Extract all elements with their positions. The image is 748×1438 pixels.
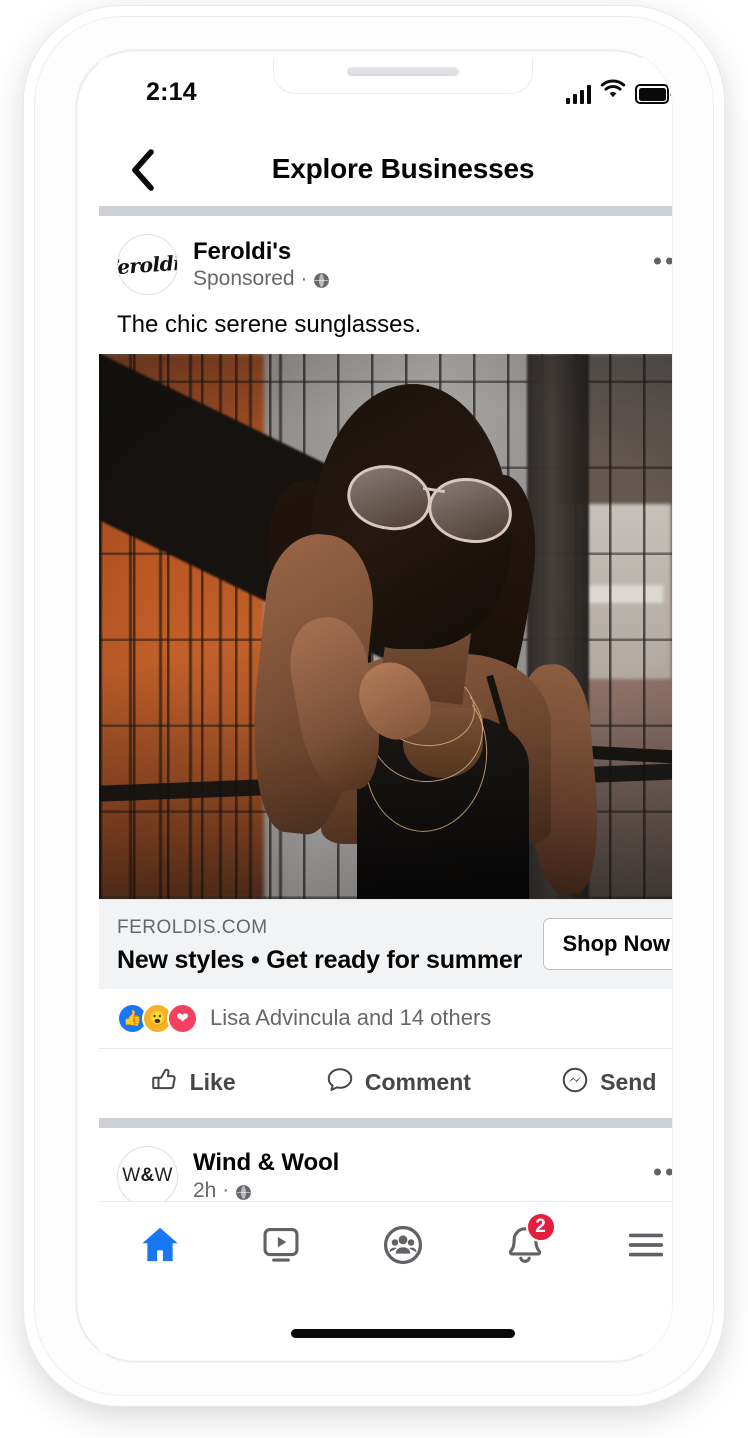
reactions-summary[interactable]: Lisa Advincula and 14 others	[210, 1005, 491, 1031]
ellipsis-icon[interactable]	[654, 257, 672, 264]
ellipsis-icon[interactable]	[654, 1168, 672, 1176]
nav-menu[interactable]	[607, 1216, 672, 1278]
avatar-label: W&W	[122, 1165, 173, 1187]
comment-label: Comment	[364, 1068, 471, 1095]
link-card-title: New styles • Get ready for summer	[117, 945, 523, 974]
post-timestamp: 2h	[193, 1178, 217, 1202]
avatar[interactable]: Feroldis	[117, 234, 178, 295]
status-indicators	[565, 79, 672, 104]
shop-now-button[interactable]: Shop Now	[543, 918, 672, 971]
nav-watch[interactable]	[242, 1216, 320, 1278]
avatar-label: Feroldis	[117, 249, 178, 280]
post-subtitle: Sponsored ·	[193, 266, 330, 291]
post-author-name[interactable]: Wind & Wool	[193, 1149, 339, 1177]
phone-device-frame: 2:14 Explore Businesses Feroldis Feroldi…	[24, 6, 724, 1406]
comment-bubble-icon	[325, 1065, 355, 1100]
home-icon	[137, 1222, 183, 1273]
post-header: Feroldis Feroldi's Sponsored ·	[99, 216, 672, 305]
wifi-icon	[600, 79, 626, 104]
signal-bars-icon	[565, 85, 591, 104]
post-author-name[interactable]: Feroldi's	[193, 238, 330, 266]
globe-icon	[313, 270, 330, 289]
watch-video-icon	[259, 1223, 303, 1272]
nav-notifications[interactable]: 2	[486, 1212, 564, 1278]
post-subtitle: 2h ·	[193, 1178, 339, 1203]
send-label: Send	[600, 1068, 657, 1095]
post-actions: Like Comment Send	[99, 1049, 672, 1118]
hamburger-menu-icon	[623, 1222, 669, 1273]
like-label: Like	[189, 1068, 236, 1095]
love-reaction-icon: ❤	[167, 1002, 198, 1034]
page-title: Explore Businesses	[271, 153, 535, 184]
feed-scroll-container[interactable]: Feroldis Feroldi's Sponsored · The chic …	[99, 206, 672, 1216]
messenger-icon	[560, 1065, 590, 1100]
post-image[interactable]	[99, 354, 672, 900]
nav-header: Explore Businesses	[99, 132, 672, 206]
nav-groups[interactable]	[364, 1216, 442, 1278]
globe-icon	[235, 1182, 252, 1200]
send-button[interactable]: Send	[550, 1059, 666, 1106]
phone-bezel: 2:14 Explore Businesses Feroldis Feroldi…	[76, 50, 672, 1362]
groups-icon	[380, 1222, 426, 1273]
link-card-text: FEROLDIS.COM New styles • Get ready for …	[117, 914, 522, 975]
post-author-meta: Feroldi's Sponsored ·	[193, 238, 330, 292]
phone-screen: 2:14 Explore Businesses Feroldis Feroldi…	[99, 58, 672, 1354]
status-clock: 2:14	[146, 78, 197, 106]
link-card[interactable]: FEROLDIS.COM New styles • Get ready for …	[99, 899, 672, 989]
post-sponsored: Feroldis Feroldi's Sponsored · The chic …	[99, 216, 672, 1118]
home-indicator[interactable]	[291, 1329, 515, 1338]
image-vignette	[99, 354, 672, 900]
thumbs-up-icon	[150, 1065, 180, 1100]
battery-full-icon	[635, 84, 672, 104]
avatar[interactable]: W&W	[117, 1145, 178, 1207]
phone-notch	[274, 58, 532, 94]
post-author-meta: Wind & Wool 2h ·	[193, 1149, 339, 1203]
link-card-domain: FEROLDIS.COM	[117, 917, 268, 939]
notifications-badge: 2	[525, 1212, 556, 1242]
post-divider	[99, 1117, 672, 1128]
comment-button[interactable]: Comment	[315, 1059, 481, 1106]
post-body-text: The chic serene sunglasses.	[117, 311, 422, 338]
reactions-row[interactable]: 👍 😮 ❤ Lisa Advincula and 14 others	[99, 989, 672, 1049]
meta-separator: ·	[222, 1179, 230, 1202]
reaction-icons: 👍 😮 ❤	[117, 1002, 198, 1034]
post-sponsored-label: Sponsored	[193, 267, 295, 291]
like-button[interactable]: Like	[140, 1059, 246, 1106]
meta-separator: ·	[300, 267, 308, 290]
earpiece-speaker	[347, 67, 459, 76]
nav-home[interactable]	[121, 1216, 199, 1278]
feed-top-divider	[99, 206, 672, 216]
